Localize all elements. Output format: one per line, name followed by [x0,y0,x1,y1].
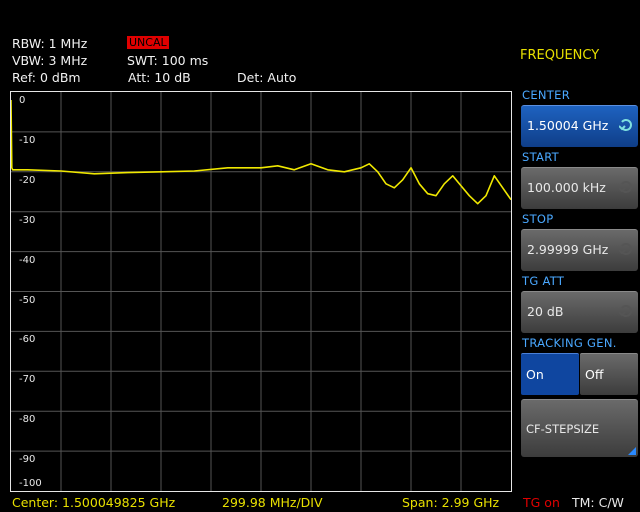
y-axis-tick-label: -40 [19,254,36,266]
sweep-time-readout: SWT: 100 ms [127,53,209,68]
tracking-gen-off-label: Off [585,367,604,382]
menu-title: FREQUENCY [520,48,600,63]
stop-label: STOP [522,212,554,226]
center-softkey[interactable]: 1.50004 GHz [521,105,638,147]
y-axis-tick-label: -90 [19,454,36,466]
tg-att-label: TG ATT [522,274,565,288]
submenu-indicator-icon [628,447,636,455]
y-axis-tick-label: -10 [19,134,36,146]
tracking-gen-label: TRACKING GEN. [522,336,617,350]
spectrum-trace-svg [11,92,511,491]
tg-att-value: 20 dB [527,304,564,319]
detector-readout: Det: Auto [237,70,297,85]
rotary-knob-icon [619,119,632,131]
y-axis-tick-label: 0 [19,95,26,106]
top-bar [0,0,640,32]
rbw-readout: RBW: 1 MHz [12,36,88,51]
tracking-gen-on-label: On [526,367,544,382]
spectrum-plot[interactable]: 0 -10 -20 -30 -40 -50 -60 -70 -80 -90 -100 [10,91,512,492]
ref-level-readout: Ref: 0 dBm [12,70,81,85]
rotary-knob-icon [619,243,632,255]
y-axis-tick-label: -100 [19,478,42,489]
stop-value: 2.99999 GHz [527,242,609,257]
stop-softkey[interactable]: 2.99999 GHz [521,229,638,271]
cf-stepsize-label: CF-STEPSIZE [526,422,600,436]
y-axis-tick-label: -80 [19,414,36,426]
cf-stepsize-softkey[interactable]: CF-STEPSIZE [521,399,638,457]
center-value: 1.50004 GHz [527,118,609,133]
rotary-knob-icon [619,305,632,317]
y-axis-tick-label: -70 [19,374,36,386]
status-bar: Center: 1.500049825 GHz 299.98 MHz/DIV S… [0,493,640,512]
center-label: CENTER [522,88,570,102]
y-axis-tick-label: -30 [19,214,36,226]
tracking-generator-status: TG on [523,495,560,510]
tracking-gen-off-option[interactable]: Off [580,353,638,395]
trigger-mode-readout: TM: C/W [572,495,624,510]
start-label: START [522,150,559,164]
vbw-readout: VBW: 3 MHz [12,53,88,68]
y-axis-tick-label: -60 [19,334,36,346]
tracking-gen-toggle: On Off [521,353,638,395]
start-softkey[interactable]: 100.000 kHz [521,167,638,209]
tg-att-softkey[interactable]: 20 dB [521,291,638,333]
attenuation-readout: Att: 10 dB [128,70,191,85]
y-axis-tick-label: -50 [19,294,36,306]
start-value: 100.000 kHz [527,180,606,195]
span-readout: Span: 2.99 GHz [402,495,500,510]
center-frequency-readout: Center: 1.500049825 GHz [12,495,176,510]
rotary-knob-icon [619,181,632,193]
uncal-badge: UNCAL [127,36,169,49]
div-readout: 299.98 MHz/DIV [222,495,323,510]
measurement-info-panel: RBW: 1 MHz VBW: 3 MHz Ref: 0 dBm UNCAL S… [0,32,516,90]
softkey-menu: FREQUENCY CENTER 1.50004 GHz START 100.0… [516,32,640,493]
y-axis-tick-label: -20 [19,174,36,186]
tracking-gen-on-option[interactable]: On [521,353,579,395]
